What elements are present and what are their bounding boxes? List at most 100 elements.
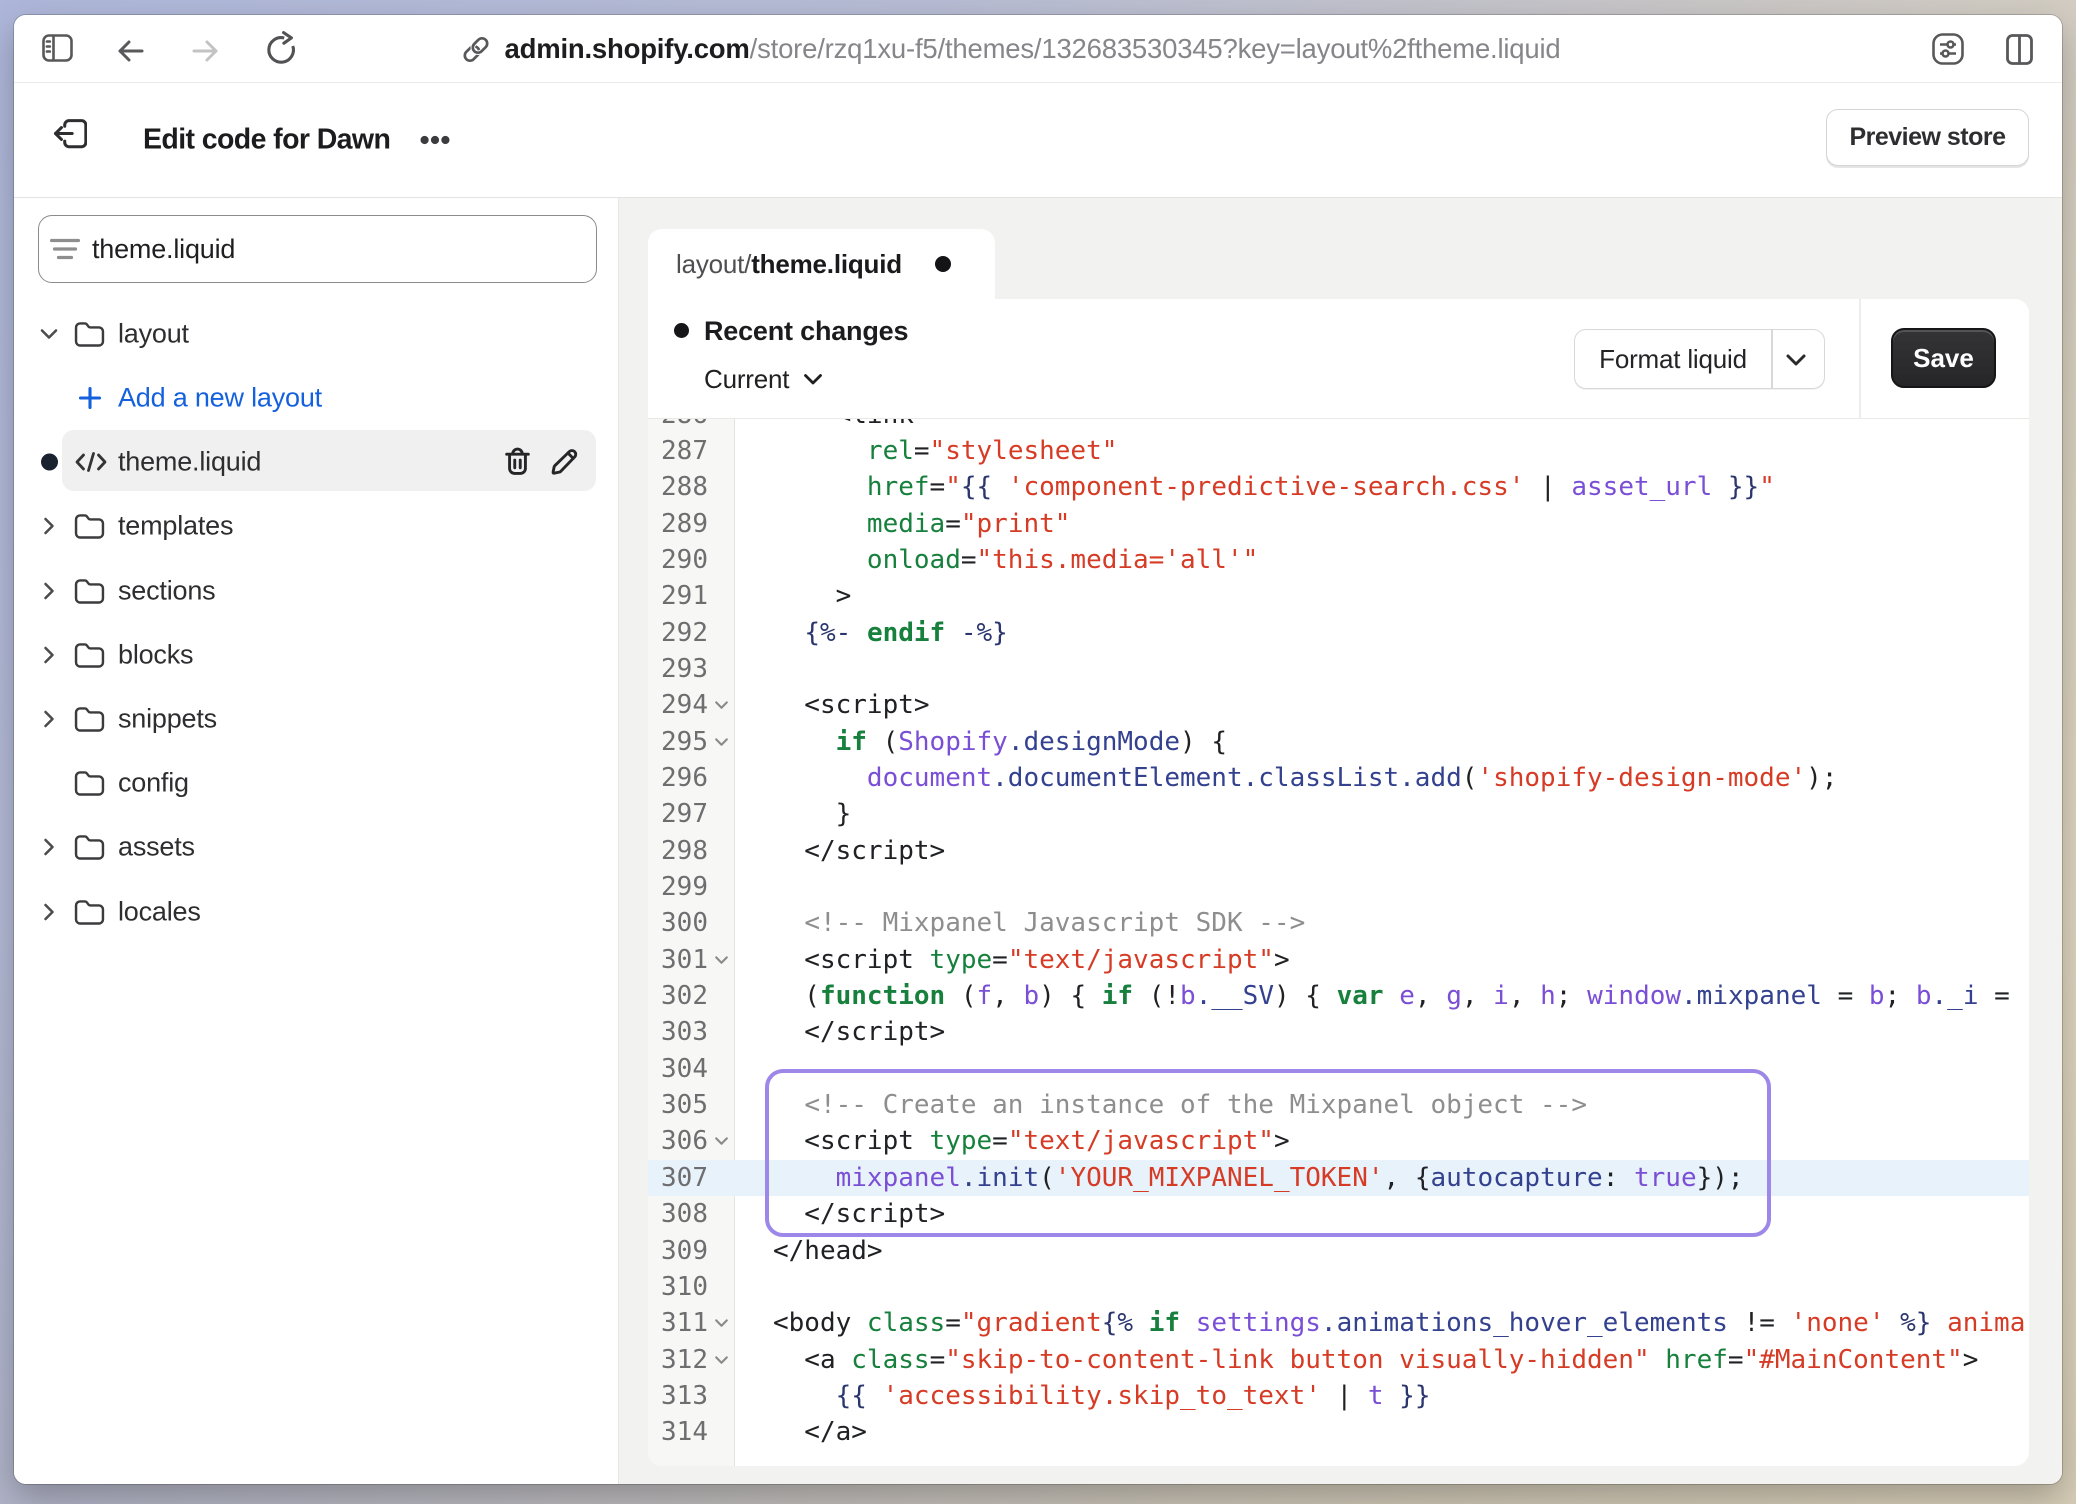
- code-text: [736, 869, 2029, 905]
- code-line-296[interactable]: 296 document.documentElement.classList.a…: [648, 760, 2029, 796]
- code-line-308[interactable]: 308 </script>: [648, 1196, 2029, 1232]
- sidebar-item-templates[interactable]: templates: [14, 494, 618, 558]
- rename-file-icon[interactable]: [548, 446, 579, 478]
- code-line-289[interactable]: 289 media="print": [648, 506, 2029, 542]
- recent-changes-dot: [674, 323, 689, 338]
- sidebar-item-label: snippets: [118, 703, 217, 734]
- code-lines: 286 <link287 rel="stylesheet"288 href="{…: [648, 419, 2029, 1451]
- reload-icon[interactable]: [264, 31, 298, 67]
- sidebar-item-add-a-new-layout[interactable]: Add a new layout: [14, 366, 618, 430]
- code-line-304[interactable]: 304: [648, 1051, 2029, 1087]
- code-line-294[interactable]: 294 <script>: [648, 687, 2029, 723]
- code-line-309[interactable]: 309</head>: [648, 1233, 2029, 1269]
- sidebar-item-blocks[interactable]: blocks: [14, 623, 618, 687]
- line-number: 302: [648, 978, 736, 1014]
- file-search-input[interactable]: theme.liquid: [38, 215, 597, 283]
- code-text: <!-- Mixpanel Javascript SDK -->: [736, 905, 2029, 941]
- sidebar-item-label: templates: [118, 511, 233, 542]
- sidebar-toggle-icon[interactable]: [42, 33, 73, 63]
- code-text: media="print": [736, 506, 2029, 542]
- sidebar-item-assets[interactable]: assets: [14, 815, 618, 879]
- sidebar-item-label: theme.liquid: [118, 447, 261, 478]
- chevron-down-icon: [803, 373, 823, 386]
- fold-arrow-icon[interactable]: [714, 1136, 729, 1147]
- code-line-288[interactable]: 288 href="{{ 'component-predictive-searc…: [648, 469, 2029, 505]
- code-text: <script type="text/javascript">: [736, 942, 2029, 978]
- code-line-286[interactable]: 286 <link: [648, 419, 2029, 433]
- format-liquid-button[interactable]: Format liquid: [1575, 330, 1771, 388]
- code-line-307[interactable]: 307 mixpanel.init('YOUR_MIXPANEL_TOKEN',…: [648, 1160, 2029, 1196]
- version-select[interactable]: Current: [704, 364, 823, 395]
- code-line-302[interactable]: 302 (function (f, b) { if (!b.__SV) { va…: [648, 978, 2029, 1014]
- split-button-divider: [1771, 330, 1773, 388]
- code-line-301[interactable]: 301 <script type="text/javascript">: [648, 942, 2029, 978]
- fold-arrow-icon[interactable]: [714, 700, 729, 711]
- sidebar-item-snippets[interactable]: snippets: [14, 687, 618, 751]
- code-line-314[interactable]: 314 </a>: [648, 1414, 2029, 1450]
- sidebar-item-config[interactable]: config: [14, 751, 618, 815]
- chevron-right-icon[interactable]: [41, 642, 57, 668]
- code-line-306[interactable]: 306 <script type="text/javascript">: [648, 1123, 2029, 1159]
- line-number: 313: [648, 1378, 736, 1414]
- fold-arrow-icon[interactable]: [714, 1355, 729, 1366]
- more-menu-icon[interactable]: [420, 135, 450, 145]
- sidebar-item-label: locales: [118, 896, 201, 927]
- exit-icon[interactable]: [54, 119, 87, 152]
- sidebar-item-sections[interactable]: sections: [14, 559, 618, 623]
- fold-arrow-icon[interactable]: [714, 1318, 729, 1329]
- code-line-291[interactable]: 291 >: [648, 578, 2029, 614]
- line-number: 303: [648, 1014, 736, 1050]
- code-line-298[interactable]: 298 </script>: [648, 833, 2029, 869]
- code-line-312[interactable]: 312 <a class="skip-to-content-link butto…: [648, 1342, 2029, 1378]
- line-number: 291: [648, 578, 736, 614]
- back-button-icon[interactable]: [117, 39, 145, 63]
- preview-store-button[interactable]: Preview store: [1826, 109, 2029, 166]
- app-header: Edit code for Dawn Preview store: [14, 83, 2062, 198]
- code-line-293[interactable]: 293: [648, 651, 2029, 687]
- tab-theme-liquid[interactable]: layout/theme.liquid: [648, 229, 995, 299]
- code-text: {{ 'accessibility.skip_to_text' | t }}: [736, 1378, 2029, 1414]
- code-line-299[interactable]: 299: [648, 869, 2029, 905]
- fold-arrow-icon[interactable]: [714, 737, 729, 748]
- folder-icon: [74, 513, 105, 539]
- sidebar-item-label: config: [118, 768, 189, 799]
- chevron-down-icon[interactable]: [36, 326, 62, 342]
- chevron-right-icon[interactable]: [41, 513, 57, 539]
- chevron-right-icon[interactable]: [41, 706, 57, 732]
- sidebar-item-theme-liquid[interactable]: theme.liquid: [14, 430, 618, 494]
- code-text: <body class="gradient{% if settings.anim…: [736, 1305, 2029, 1341]
- code-editor[interactable]: 286 <link287 rel="stylesheet"288 href="{…: [648, 419, 2029, 1466]
- code-line-290[interactable]: 290 onload="this.media='all'": [648, 542, 2029, 578]
- code-line-300[interactable]: 300 <!-- Mixpanel Javascript SDK -->: [648, 905, 2029, 941]
- line-number: 314: [648, 1414, 736, 1450]
- forward-button-icon[interactable]: [191, 39, 219, 63]
- format-options-chevron[interactable]: [1785, 353, 1807, 367]
- split-view-icon[interactable]: [2006, 34, 2033, 65]
- save-button[interactable]: Save: [1891, 328, 1996, 388]
- url-path: /store/rzq1xu-f5/themes/132683530345?key…: [750, 33, 1561, 64]
- address-bar[interactable]: admin.shopify.com/store/rzq1xu-f5/themes…: [462, 15, 1561, 83]
- code-line-310[interactable]: 310: [648, 1269, 2029, 1305]
- fold-arrow-icon[interactable]: [714, 955, 729, 966]
- code-text: <a class="skip-to-content-link button vi…: [736, 1342, 2029, 1378]
- code-text: mixpanel.init('YOUR_MIXPANEL_TOKEN', {au…: [736, 1160, 2029, 1196]
- code-line-297[interactable]: 297 }: [648, 796, 2029, 832]
- code-line-295[interactable]: 295 if (Shopify.designMode) {: [648, 724, 2029, 760]
- code-line-303[interactable]: 303 </script>: [648, 1014, 2029, 1050]
- toolbar-divider: [1859, 299, 1861, 419]
- code-line-313[interactable]: 313 {{ 'accessibility.skip_to_text' | t …: [648, 1378, 2029, 1414]
- browser-window: admin.shopify.com/store/rzq1xu-f5/themes…: [14, 15, 2062, 1484]
- chevron-right-icon[interactable]: [41, 578, 57, 604]
- line-number: 298: [648, 833, 736, 869]
- code-line-305[interactable]: 305 <!-- Create an instance of the Mixpa…: [648, 1087, 2029, 1123]
- sidebar-item-locales[interactable]: locales: [14, 880, 618, 944]
- code-line-292[interactable]: 292 {%- endif -%}: [648, 615, 2029, 651]
- chevron-right-icon[interactable]: [41, 899, 57, 925]
- code-line-287[interactable]: 287 rel="stylesheet": [648, 433, 2029, 469]
- chevron-right-icon[interactable]: [41, 834, 57, 860]
- delete-file-icon[interactable]: [502, 446, 533, 478]
- sidebar-item-layout[interactable]: layout: [14, 302, 618, 366]
- code-line-311[interactable]: 311<body class="gradient{% if settings.a…: [648, 1305, 2029, 1341]
- page-settings-icon[interactable]: [1932, 32, 1964, 66]
- sidebar-item-label: blocks: [118, 639, 193, 670]
